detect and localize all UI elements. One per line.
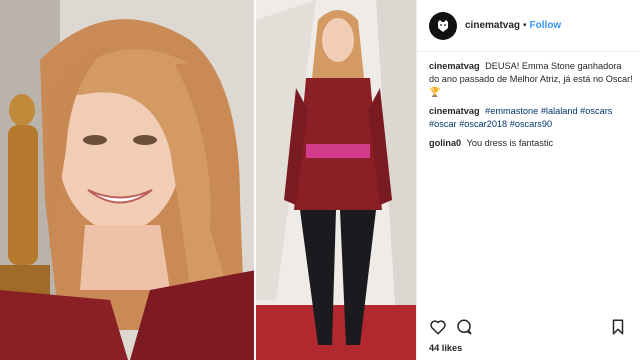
comment-icon[interactable]: [455, 318, 475, 338]
photo-portrait-closeup: [0, 0, 256, 360]
comment-username[interactable]: cinematvag: [429, 61, 480, 71]
comment-hashtags: cinematvag #emmastone #lalaland #oscars …: [429, 105, 633, 131]
comments-list: cinematvag DEUSA! Emma Stone ganhadora d…: [429, 60, 633, 156]
portrait-illustration: [0, 0, 256, 360]
bookmark-icon[interactable]: [609, 318, 629, 338]
heart-icon[interactable]: [429, 318, 449, 338]
photo-full-body: [256, 0, 416, 360]
hashtag-link[interactable]: #lalaland: [541, 106, 578, 116]
comment-username[interactable]: golina0: [429, 138, 461, 148]
hashtag-link[interactable]: #oscar: [429, 119, 457, 129]
hashtag-link[interactable]: #oscar2018: [459, 119, 507, 129]
likes-count[interactable]: 44 likes: [429, 343, 462, 353]
comment-caption: cinematvag DEUSA! Emma Stone ganhadora d…: [429, 60, 633, 99]
hashtag-link[interactable]: #oscars90: [510, 119, 552, 129]
avatar[interactable]: [429, 11, 457, 40]
comment-username[interactable]: cinematvag: [429, 106, 480, 116]
header-separator: •: [523, 20, 527, 31]
follow-button[interactable]: Follow: [530, 20, 562, 31]
panther-logo-icon: [438, 19, 448, 32]
post-sidebar: cinematvag • Follow cinematvag DEUSA! Em…: [416, 0, 640, 360]
full-body-illustration: [256, 0, 416, 360]
hashtag-link[interactable]: #emmastone: [485, 106, 538, 116]
post-header: cinematvag • Follow: [417, 0, 640, 52]
action-bar: [417, 318, 640, 338]
hashtag-link[interactable]: #oscars: [580, 106, 612, 116]
post-photo[interactable]: [0, 0, 416, 360]
header-username[interactable]: cinematvag: [465, 20, 520, 31]
comment-text: You dress is fantastic: [466, 138, 554, 148]
comment-reply: golina0 You dress is fantastic: [429, 137, 633, 150]
